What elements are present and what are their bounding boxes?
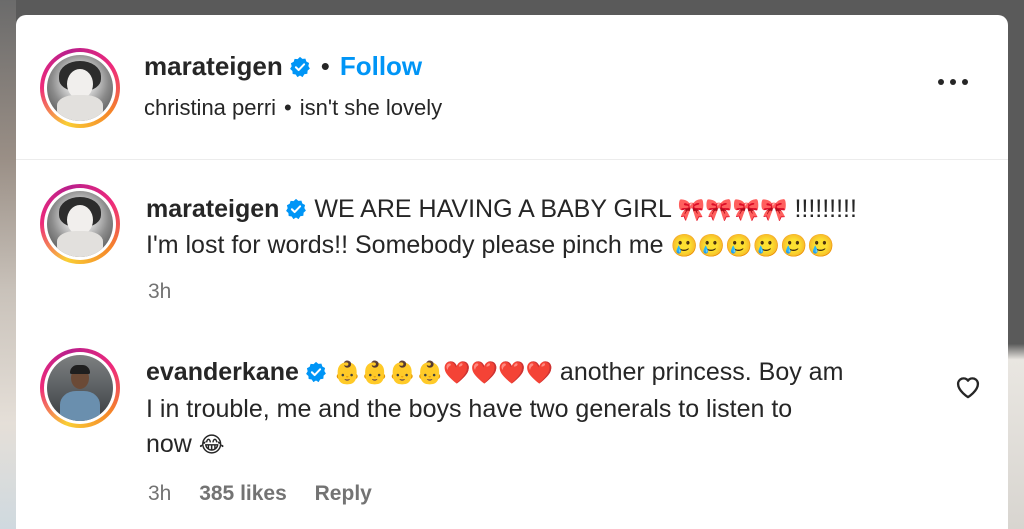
post-comments-panel: marateigen • Follow christina perri • isn't …	[16, 15, 1008, 529]
heart-outline-icon[interactable]	[954, 373, 982, 399]
header-separator: •	[320, 51, 330, 81]
verified-badge-icon	[286, 198, 307, 220]
caption-text-1: WE ARE HAVING A BABY GIRL	[314, 195, 671, 223]
commenter-username[interactable]: evanderkane	[146, 358, 299, 386]
comment-line-1: evanderkane 👶👶👶👶❤️❤️❤️❤️ another princes…	[146, 358, 843, 387]
comment-meta-row: 3h 385 likes Reply	[148, 482, 372, 506]
audio-track[interactable]: christina perri • isn't she lovely	[144, 95, 442, 121]
audio-title: isn't she lovely	[299, 95, 443, 120]
caption-author-username[interactable]: marateigen	[146, 195, 279, 223]
commenter-avatar[interactable]	[40, 348, 120, 428]
caption-line-1: marateigen WE ARE HAVING A BABY GIRL 🎀🎀🎀…	[146, 195, 857, 224]
post-author-row: marateigen • Follow	[144, 51, 422, 82]
verified-badge-icon	[289, 56, 310, 78]
comment-line-3: now 😂	[146, 430, 225, 459]
audio-artist: christina perri	[144, 95, 277, 120]
caption-tear-emoji: 🥲🥲🥲🥲🥲🥲	[670, 234, 835, 259]
comment-text-1: another princess. Boy am	[559, 358, 844, 386]
comment-likes-count[interactable]: 385 likes	[199, 482, 287, 505]
caption-exclamations: !!!!!!!!!	[794, 195, 857, 223]
comment-line-2: I in trouble, me and the boys have two g…	[146, 395, 793, 423]
post-author-username[interactable]: marateigen	[144, 51, 283, 81]
comment-baby-heart-emoji: 👶👶👶👶❤️❤️❤️❤️	[333, 361, 553, 386]
caption-bow-emoji: 🎀🎀🎀🎀	[677, 198, 788, 223]
caption-text-2: I'm lost for words!! Somebody please pin…	[146, 231, 664, 259]
comment-text-3: now	[146, 430, 192, 458]
caption-timestamp[interactable]: 3h	[148, 280, 171, 304]
follow-button[interactable]: Follow	[340, 51, 422, 81]
post-header: marateigen • Follow christina perri • isn't …	[16, 15, 1008, 160]
audio-separator: •	[284, 95, 292, 120]
reply-button[interactable]: Reply	[315, 482, 372, 505]
caption-author-avatar[interactable]	[40, 184, 120, 264]
background-right-edge	[1008, 0, 1024, 529]
caption-line-2: I'm lost for words!! Somebody please pin…	[146, 231, 835, 260]
comment-timestamp[interactable]: 3h	[148, 482, 171, 505]
comment-laugh-emoji: 😂	[198, 433, 225, 458]
verified-badge-icon	[305, 361, 326, 383]
author-avatar[interactable]	[40, 48, 120, 128]
more-options-icon[interactable]	[936, 75, 970, 89]
background-left-edge	[0, 0, 16, 529]
